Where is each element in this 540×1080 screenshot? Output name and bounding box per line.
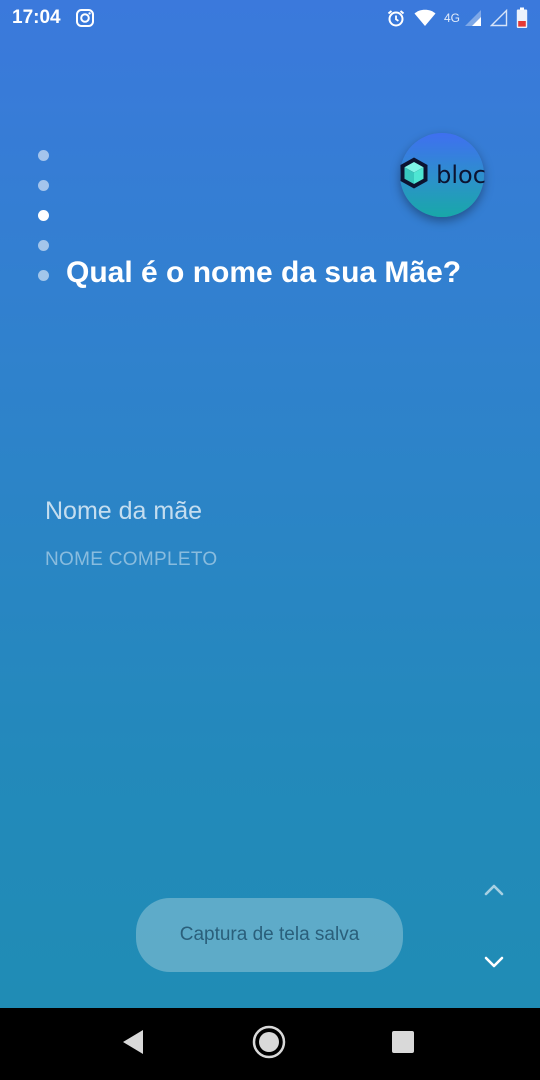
battery-low-icon (516, 7, 528, 29)
signal-icon (464, 9, 482, 27)
instagram-icon (75, 8, 95, 28)
chevron-down-icon (484, 955, 504, 973)
network-type-label: 4G (443, 11, 460, 25)
toast-message: Captura de tela salva (179, 924, 360, 945)
step-progress-indicator (38, 150, 52, 300)
recents-button[interactable] (378, 1008, 428, 1080)
step-dot (38, 180, 49, 191)
question-title: Qual é o nome da sua Mãe? (66, 256, 462, 289)
step-dot (38, 240, 49, 251)
alarm-icon (386, 8, 406, 28)
logo-text: bloc (436, 161, 486, 189)
status-time: 17:04 (12, 7, 61, 28)
signal-empty-icon (490, 9, 508, 27)
home-button[interactable] (244, 1008, 294, 1080)
home-icon (251, 1024, 287, 1065)
cube-icon (398, 156, 430, 195)
back-icon (121, 1029, 145, 1060)
status-bar: 17:04 4G (0, 0, 540, 36)
recents-icon (391, 1030, 415, 1059)
mother-name-input[interactable] (45, 545, 485, 575)
chevron-up-icon (484, 883, 504, 901)
system-navigation-bar (0, 1008, 540, 1080)
mother-name-label: Nome da mãe (45, 497, 203, 525)
back-button[interactable] (108, 1008, 158, 1080)
bloc-logo: bloc (398, 133, 486, 217)
screenshot-saved-toast: Captura de tela salva (136, 898, 403, 972)
wifi-icon (414, 9, 436, 27)
step-dot (38, 150, 49, 161)
step-dot (38, 270, 49, 281)
step-dot-current (38, 210, 49, 221)
next-question-button[interactable] (478, 948, 510, 980)
previous-question-button[interactable] (478, 876, 510, 908)
